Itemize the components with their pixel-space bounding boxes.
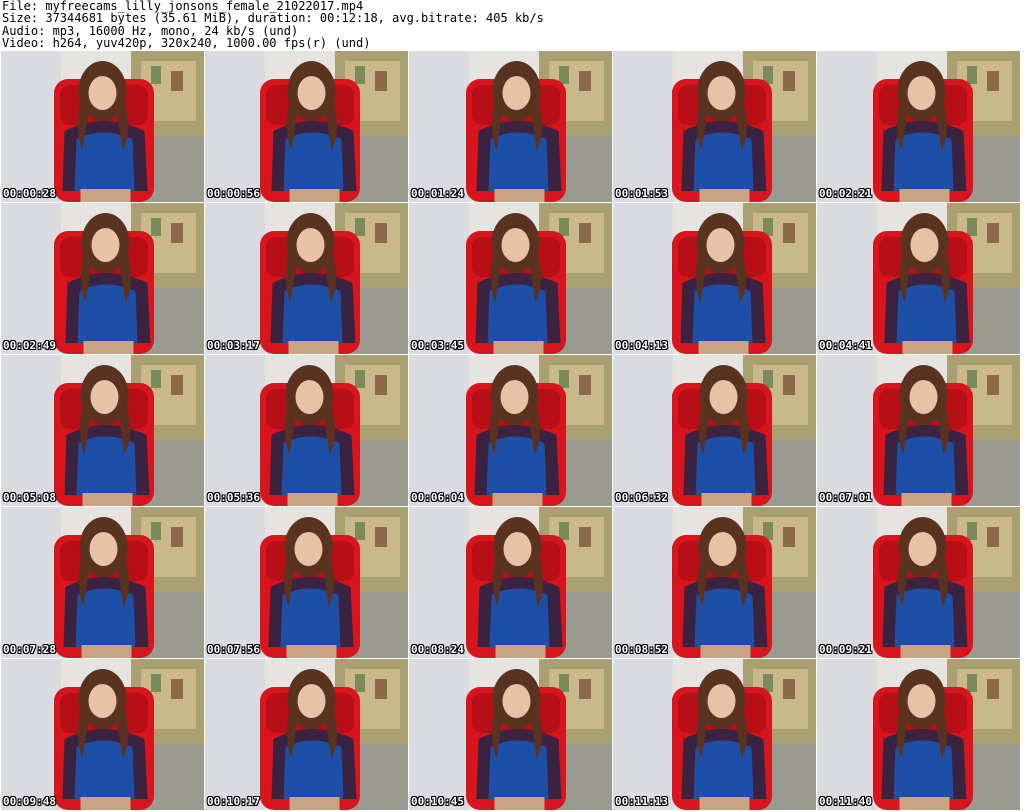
video-frame-image [1,507,204,658]
file-size-line: Size: 37344681 bytes (35.61 MiB), durati… [2,11,544,26]
video-thumbnail: 00:10:17 [205,659,408,810]
thumbnail-timestamp: 00:09:21 [819,643,872,656]
video-frame-image [613,507,816,658]
video-frame-image [409,659,612,810]
thumbnail-timestamp: 00:05:08 [3,491,56,504]
thumbnail-grid: 00:00:28 00:00:56 00:01:24 00:01:53 00:0… [1,51,1023,810]
video-thumbnail: 00:09:21 [817,507,1020,658]
video-thumbnail: 00:01:24 [409,51,612,202]
video-thumbnail: 00:00:28 [1,51,204,202]
video-frame-image [1,51,204,202]
video-frame-image [409,355,612,506]
thumbnail-timestamp: 00:08:24 [411,643,464,656]
video-thumbnail: 00:11:13 [613,659,816,810]
video-frame-image [817,355,1020,506]
thumbnail-timestamp: 00:07:28 [3,643,56,656]
video-thumbnail: 00:01:53 [613,51,816,202]
thumbnail-timestamp: 00:03:17 [207,339,260,352]
video-thumbnail: 00:06:04 [409,355,612,506]
thumbnail-timestamp: 00:03:45 [411,339,464,352]
video-frame-image [409,203,612,354]
video-frame-image [205,355,408,506]
thumbnail-timestamp: 00:01:24 [411,187,464,200]
video-thumbnail: 00:02:21 [817,51,1020,202]
thumbnail-timestamp: 00:04:41 [819,339,872,352]
thumbnail-timestamp: 00:08:52 [615,643,668,656]
video-frame-image [613,355,816,506]
video-frame-image [205,51,408,202]
video-thumbnail: 00:07:56 [205,507,408,658]
thumbnail-timestamp: 00:06:32 [615,491,668,504]
thumbnail-timestamp: 00:02:21 [819,187,872,200]
thumbnail-timestamp: 00:06:04 [411,491,464,504]
thumbnail-timestamp: 00:11:40 [819,795,872,808]
video-frame-image [409,507,612,658]
video-frame-image [1,355,204,506]
file-info-header: File: myfreecams_lilly_jonsons_female_21… [2,0,1022,50]
video-thumbnail: 00:11:40 [817,659,1020,810]
video-info-line: Video: h264, yuv420p, 320x240, 1000.00 f… [2,36,371,51]
video-thumbnail: 00:10:45 [409,659,612,810]
thumbnail-timestamp: 00:04:13 [615,339,668,352]
thumbnail-timestamp: 00:10:17 [207,795,260,808]
thumbnail-timestamp: 00:07:56 [207,643,260,656]
video-frame-image [817,659,1020,810]
video-thumbnail: 00:04:13 [613,203,816,354]
thumbnail-timestamp: 00:02:49 [3,339,56,352]
video-thumbnail: 00:07:28 [1,507,204,658]
thumbnail-timestamp: 00:07:01 [819,491,872,504]
video-frame-image [205,659,408,810]
video-frame-image [1,659,204,810]
video-frame-image [1,203,204,354]
video-thumbnail: 00:07:01 [817,355,1020,506]
video-thumbnail: 00:09:48 [1,659,204,810]
thumbnail-timestamp: 00:01:53 [615,187,668,200]
video-thumbnail: 00:03:45 [409,203,612,354]
video-thumbnail: 00:05:36 [205,355,408,506]
thumbnail-timestamp: 00:05:36 [207,491,260,504]
thumbnail-timestamp: 00:10:45 [411,795,464,808]
video-frame-image [817,507,1020,658]
video-thumbnail: 00:04:41 [817,203,1020,354]
thumbnail-timestamp: 00:09:48 [3,795,56,808]
video-thumbnail: 00:08:52 [613,507,816,658]
video-frame-image [613,51,816,202]
thumbnail-timestamp: 00:11:13 [615,795,668,808]
video-frame-image [613,659,816,810]
video-frame-image [205,507,408,658]
video-frame-image [817,51,1020,202]
video-thumbnail: 00:08:24 [409,507,612,658]
video-thumbnail: 00:00:56 [205,51,408,202]
thumbnail-timestamp: 00:00:28 [3,187,56,200]
video-frame-image [205,203,408,354]
video-frame-image [613,203,816,354]
video-thumbnail: 00:02:49 [1,203,204,354]
video-frame-image [817,203,1020,354]
thumbnail-timestamp: 00:00:56 [207,187,260,200]
video-thumbnail: 00:03:17 [205,203,408,354]
video-frame-image [409,51,612,202]
video-thumbnail: 00:05:08 [1,355,204,506]
video-thumbnail: 00:06:32 [613,355,816,506]
